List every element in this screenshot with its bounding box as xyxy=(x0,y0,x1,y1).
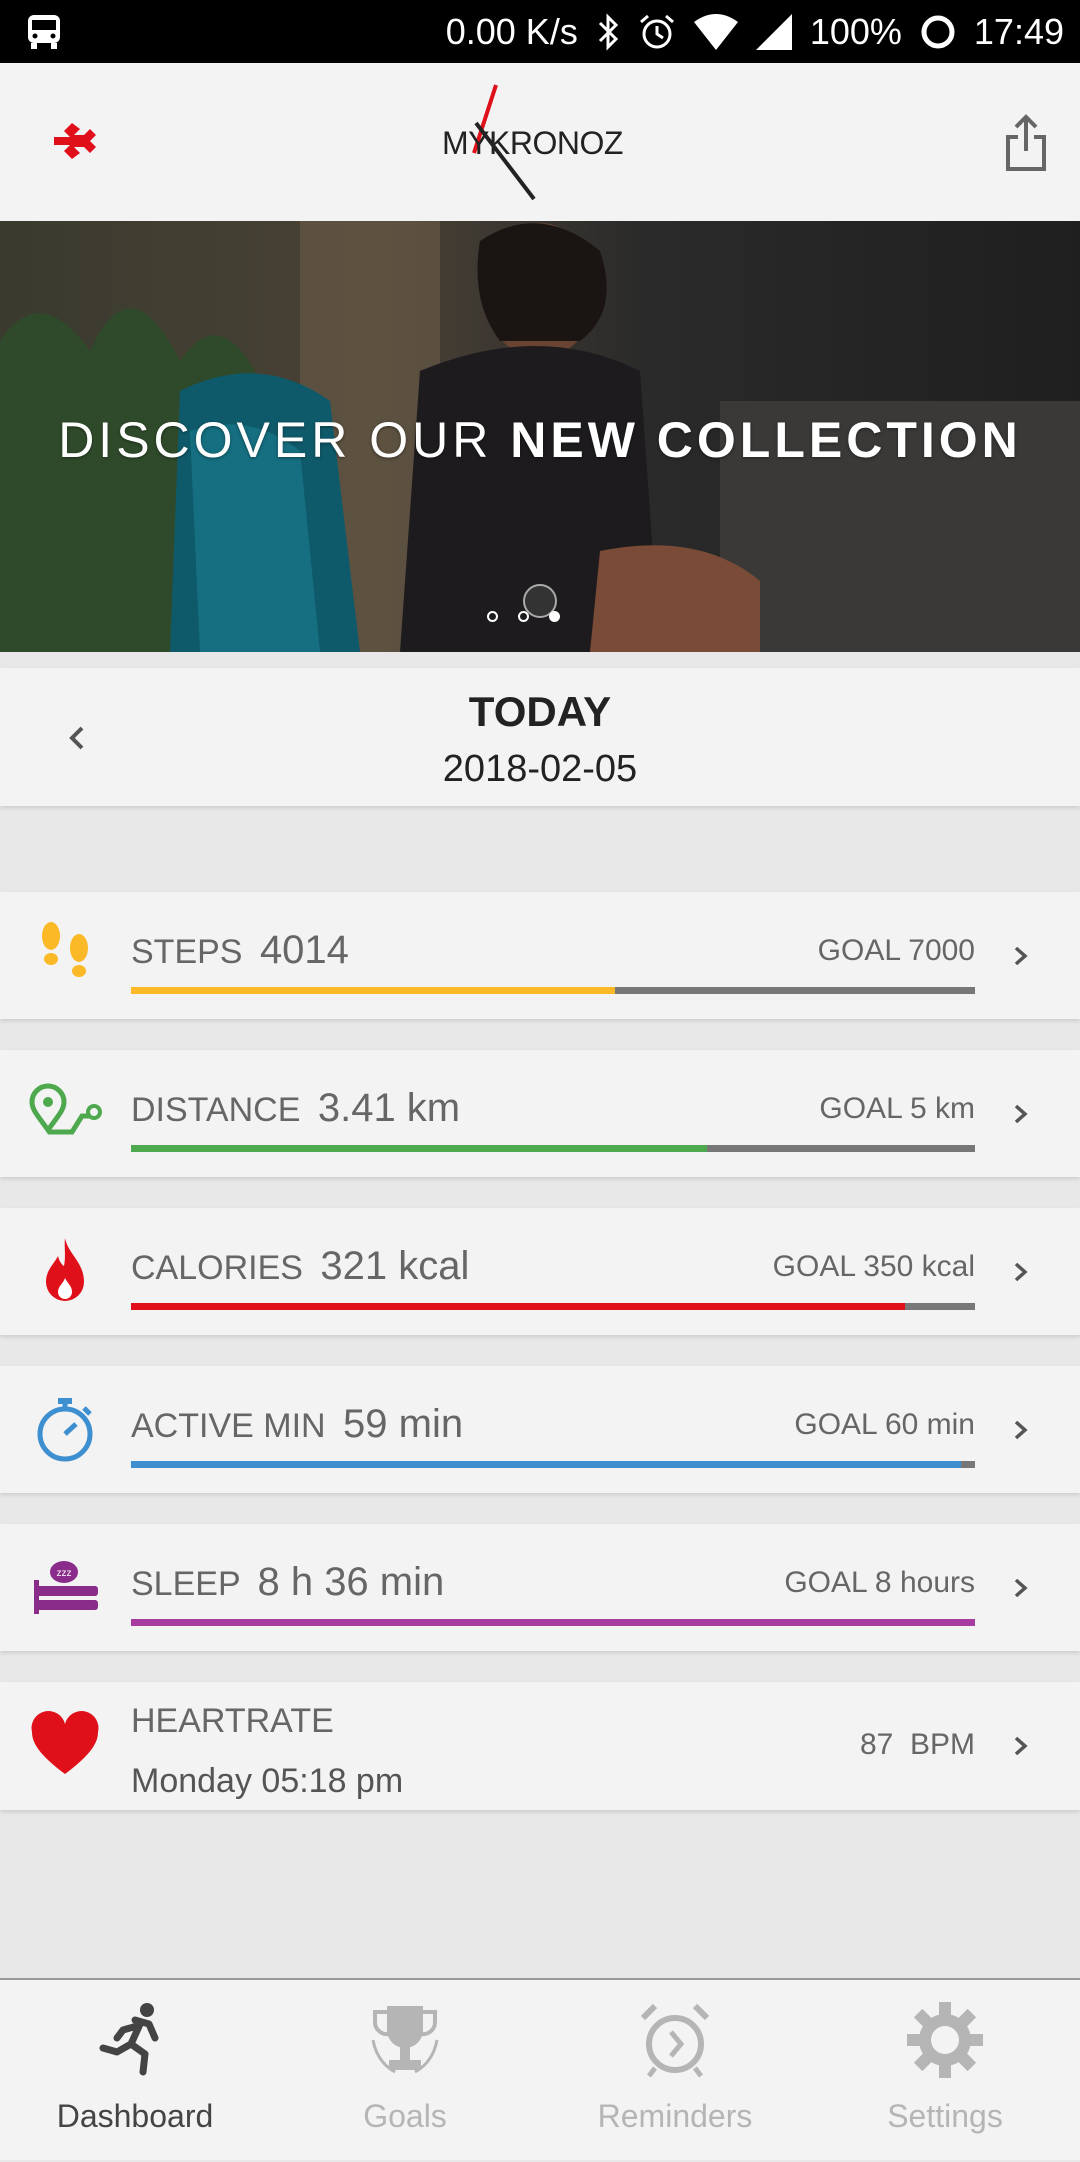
gear-icon xyxy=(907,2002,983,2078)
metric-goal: GOAL 5 km xyxy=(819,1092,975,1125)
progress-fill xyxy=(131,987,615,994)
promo-banner[interactable]: DISCOVER OUR NEW COLLECTION xyxy=(0,221,1080,652)
status-bar: 0.00 K/s 100% 17:49 xyxy=(0,0,1080,63)
signal-icon xyxy=(755,13,792,50)
metric-row-steps[interactable]: STEPS 4014 GOAL 7000 xyxy=(0,892,1080,1019)
tab-reminders[interactable]: Reminders xyxy=(540,1980,810,2162)
chevron-right-icon[interactable] xyxy=(1010,1258,1032,1286)
metric-row-active-min[interactable]: ACTIVE MIN 59 min GOAL 60 min xyxy=(0,1366,1080,1493)
chevron-right-icon[interactable] xyxy=(1010,1416,1032,1444)
progress-fill xyxy=(131,1145,707,1152)
bottom-tab-bar: Dashboard Goals Reminders Settings xyxy=(0,1978,1080,2160)
metric-name: STEPS xyxy=(131,933,243,971)
alarm-clock-icon xyxy=(640,2003,710,2078)
footprints-icon xyxy=(42,922,88,977)
running-icon xyxy=(99,2003,159,2076)
brand-logo: MYKRONOZ xyxy=(430,83,650,201)
network-speed: 0.00 K/s xyxy=(445,10,578,52)
progress-fill xyxy=(131,1461,961,1468)
chevron-right-icon[interactable] xyxy=(1010,1574,1032,1602)
metric-goal: GOAL 350 kcal xyxy=(772,1250,975,1283)
metric-value: 321 kcal xyxy=(320,1244,470,1288)
metric-goal: GOAL 7000 xyxy=(817,934,975,967)
battery-percent: 100% xyxy=(809,10,902,52)
tab-settings[interactable]: Settings xyxy=(810,1980,1080,2162)
metric-value: 8 h 36 min xyxy=(257,1560,445,1604)
metric-value: 3.41 km xyxy=(317,1086,461,1130)
metric-value: 4014 xyxy=(259,928,349,972)
metric-label: CALORIES 321 kcal xyxy=(131,1244,469,1289)
svg-text:zzz: zzz xyxy=(57,1568,72,1579)
logo-text: MYKRONOZ xyxy=(442,125,623,161)
menu-icon[interactable] xyxy=(50,121,98,167)
chevron-right-icon[interactable] xyxy=(1010,1732,1032,1760)
progress-bar xyxy=(131,987,975,994)
metric-name: ACTIVE MIN xyxy=(131,1407,326,1445)
tab-label: Settings xyxy=(887,2098,1003,2134)
heartrate-time: Monday 05:18 pm xyxy=(131,1762,404,1800)
tab-label: Goals xyxy=(363,2098,447,2134)
metric-name: SLEEP xyxy=(131,1565,241,1603)
metric-row-distance[interactable]: DISTANCE 3.41 km GOAL 5 km xyxy=(0,1050,1080,1177)
bed-icon: zzz xyxy=(34,1561,98,1614)
metric-row-calories[interactable]: CALORIES 321 kcal GOAL 350 kcal xyxy=(0,1208,1080,1335)
metric-row-heartrate[interactable]: HEARTRATE Monday 05:18 pm 87 BPM xyxy=(0,1682,1080,1810)
progress-bar xyxy=(131,1145,975,1152)
metric-label: STEPS 4014 xyxy=(131,928,349,973)
metric-name: DISTANCE xyxy=(131,1091,301,1129)
metric-goal: GOAL 8 hours xyxy=(784,1566,975,1599)
banner-headline: DISCOVER OUR NEW COLLECTION xyxy=(0,411,1080,469)
banner-text-light: DISCOVER OUR xyxy=(58,412,511,468)
clock-time: 17:49 xyxy=(973,10,1064,52)
heartrate-value: 87 BPM xyxy=(859,1728,975,1761)
metric-row-sleep[interactable]: zzz SLEEP 8 h 36 min GOAL 8 hours xyxy=(0,1524,1080,1651)
route-icon xyxy=(29,1083,102,1135)
tab-goals[interactable]: Goals xyxy=(270,1980,540,2162)
chevron-right-icon[interactable] xyxy=(1010,942,1032,970)
chevron-right-icon[interactable] xyxy=(1010,1100,1032,1128)
metric-label: ACTIVE MIN 59 min xyxy=(131,1402,463,1447)
metric-label: SLEEP 8 h 36 min xyxy=(131,1560,444,1605)
carousel-dot[interactable] xyxy=(518,611,529,622)
date-header: TODAY 2018-02-05 xyxy=(0,668,1080,806)
banner-text-bold: NEW COLLECTION xyxy=(510,412,1022,468)
metric-label: DISTANCE 3.41 km xyxy=(131,1086,460,1131)
progress-fill xyxy=(131,1303,905,1310)
heartrate-label: HEARTRATE xyxy=(131,1702,334,1740)
tab-dashboard[interactable]: Dashboard xyxy=(0,1980,270,2162)
trophy-icon xyxy=(371,2006,439,2074)
battery-ring-icon xyxy=(921,15,955,48)
stopwatch-icon xyxy=(37,1398,93,1462)
metric-name: CALORIES xyxy=(131,1249,303,1287)
alarm-icon xyxy=(639,14,674,48)
carousel-dot[interactable] xyxy=(487,611,498,622)
app-bar: MYKRONOZ xyxy=(0,63,1080,221)
flame-icon xyxy=(46,1238,84,1301)
heart-icon xyxy=(31,1711,99,1774)
metric-goal: GOAL 60 min xyxy=(794,1408,975,1441)
progress-fill xyxy=(131,1619,975,1626)
share-icon[interactable] xyxy=(1004,113,1048,173)
carousel-dot-active[interactable] xyxy=(549,611,560,622)
bluetooth-icon xyxy=(598,12,618,51)
tab-label: Reminders xyxy=(597,2098,753,2134)
metric-value: 59 min xyxy=(343,1402,464,1446)
date-title: TODAY xyxy=(468,688,612,735)
progress-bar xyxy=(131,1303,975,1310)
carousel-indicator xyxy=(487,611,560,622)
wifi-icon xyxy=(693,13,738,50)
bus-icon xyxy=(28,15,60,49)
progress-bar xyxy=(131,1619,975,1626)
tab-label: Dashboard xyxy=(56,2098,214,2134)
progress-bar xyxy=(131,1461,975,1468)
date-value: 2018-02-05 xyxy=(442,748,638,790)
